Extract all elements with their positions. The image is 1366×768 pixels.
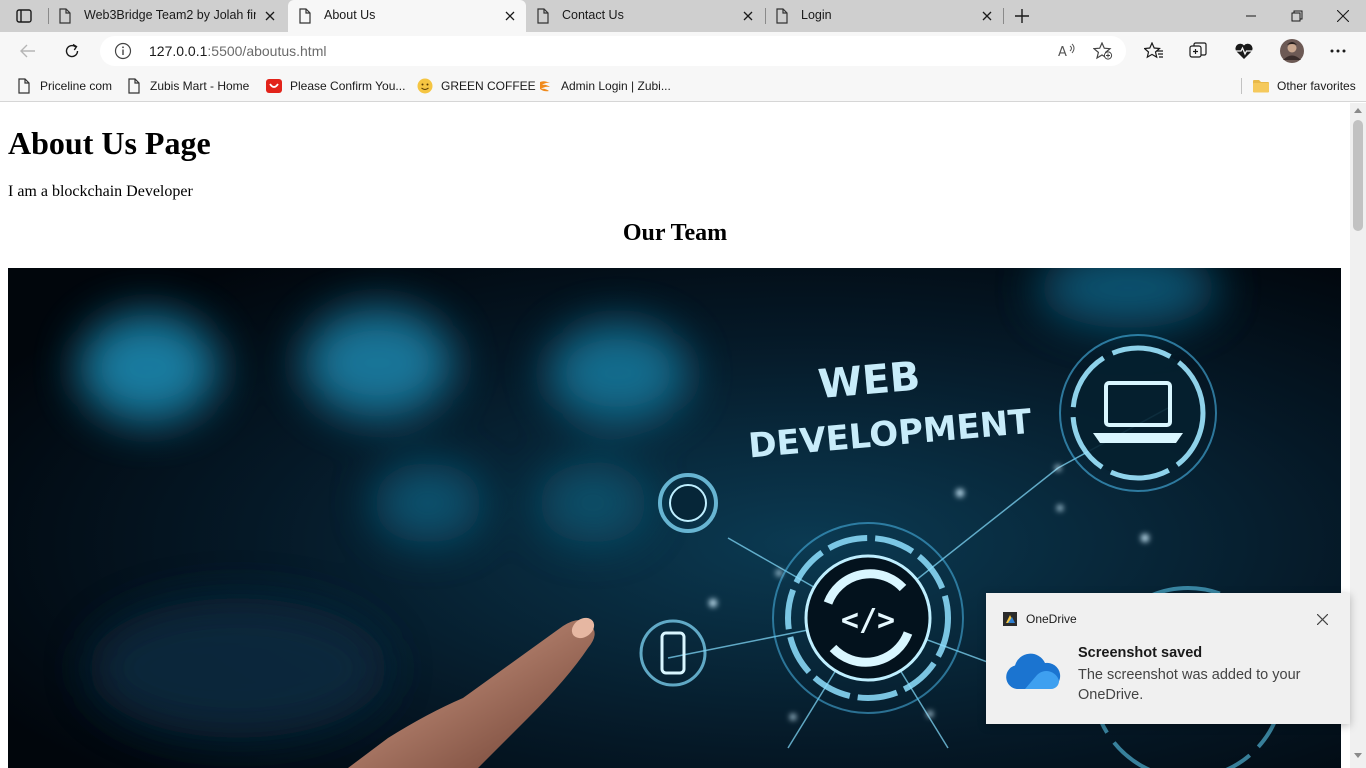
favorite-label: GREEN COFFEE — [441, 79, 536, 93]
other-favorites-label: Other favorites — [1277, 79, 1356, 93]
notification-close-button[interactable] — [1314, 611, 1330, 627]
restore-icon — [1291, 10, 1303, 22]
plus-icon — [1015, 9, 1029, 23]
tab-login[interactable]: Login — [765, 0, 1003, 32]
team-heading: Our Team — [622, 220, 728, 246]
close-icon[interactable] — [979, 8, 995, 24]
page-scrollbar[interactable] — [1350, 103, 1366, 768]
tab-contact-us[interactable]: Contact Us — [526, 0, 764, 32]
info-icon[interactable] — [114, 42, 132, 60]
onedrive-notification[interactable]: OneDrive Screenshot saved The screenshot… — [986, 593, 1350, 724]
scroll-down-arrow-icon[interactable] — [1354, 753, 1362, 759]
other-favorites-folder[interactable]: Other favorites — [1253, 76, 1356, 96]
favorites-button[interactable] — [1140, 38, 1168, 64]
url-path: :5500/aboutus.html — [207, 43, 327, 59]
favorite-item[interactable]: Zubis Mart - Home — [126, 76, 249, 96]
tab-web3bridge[interactable]: Web3Bridge Team2 by Jolah first — [48, 0, 286, 32]
page-icon — [126, 78, 142, 94]
tab-title: About Us — [324, 8, 376, 22]
browser-essentials-button[interactable] — [1230, 38, 1258, 64]
refresh-icon — [65, 43, 79, 58]
tab-separator — [1003, 8, 1004, 24]
tab-title: Web3Bridge Team2 by Jolah first — [84, 8, 256, 22]
laptop-circle-graphic — [1059, 334, 1217, 492]
tab-title: Login — [801, 8, 832, 22]
profile-button[interactable] — [1278, 38, 1306, 64]
favorite-item[interactable]: GREEN COFFEE — [417, 76, 536, 96]
image-text-web: WEB — [816, 353, 922, 408]
address-bar[interactable]: 127.0.0.1:5500/aboutus.html A — [100, 36, 1126, 66]
collections-icon — [1189, 42, 1207, 58]
avatar — [1280, 39, 1304, 63]
back-arrow-icon — [20, 44, 35, 58]
add-favorite-icon[interactable] — [1093, 42, 1113, 60]
refresh-button[interactable] — [58, 38, 86, 64]
close-icon — [1337, 10, 1349, 22]
url-host: 127.0.0.1 — [149, 43, 208, 59]
scroll-up-arrow-icon[interactable] — [1354, 107, 1362, 113]
favorite-label: Please Confirm You... — [290, 79, 406, 93]
window-close-button[interactable] — [1320, 0, 1366, 32]
favorite-item[interactable]: Admin Login | Zubi... — [537, 76, 671, 96]
page-icon — [16, 78, 32, 94]
scroll-thumb[interactable] — [1353, 120, 1363, 231]
notification-app-name: OneDrive — [1026, 612, 1077, 626]
page-icon — [59, 8, 71, 24]
close-icon — [1316, 613, 1328, 625]
url-text[interactable]: 127.0.0.1:5500/aboutus.html — [149, 43, 326, 59]
close-icon[interactable] — [262, 8, 278, 24]
notification-title: Screenshot saved — [1078, 645, 1203, 661]
heartbeat-icon — [1235, 43, 1253, 59]
favorites-separator — [1241, 78, 1242, 94]
new-tab-button[interactable] — [1010, 4, 1034, 28]
favorites-bar: Priceline com Zubis Mart - Home Please C… — [0, 70, 1366, 102]
tab-strip: Web3Bridge Team2 by Jolah first About Us… — [0, 0, 1366, 32]
folder-icon — [1253, 78, 1269, 94]
page-icon — [299, 8, 311, 24]
close-icon[interactable] — [502, 8, 518, 24]
svg-text:A: A — [1058, 45, 1067, 59]
tab-actions-button[interactable] — [10, 4, 38, 28]
favorite-label: Admin Login | Zubi... — [561, 79, 671, 93]
intro-paragraph: I am a blockchain Developer — [8, 183, 193, 200]
onedrive-app-icon — [1003, 612, 1017, 626]
onedrive-cloud-icon — [1006, 653, 1061, 689]
page-icon — [776, 8, 788, 24]
back-button[interactable] — [14, 38, 42, 64]
smiley-icon — [417, 78, 433, 94]
minimize-icon — [1246, 15, 1256, 17]
settings-menu-button[interactable] — [1324, 38, 1352, 64]
page-icon — [537, 8, 549, 24]
close-icon[interactable] — [740, 8, 756, 24]
favorite-item[interactable]: Priceline com — [16, 76, 112, 96]
collections-button[interactable] — [1184, 38, 1212, 64]
minimize-button[interactable] — [1228, 0, 1274, 32]
favorite-label: Priceline com — [40, 79, 113, 93]
favorites-icon — [1144, 42, 1163, 59]
restore-button[interactable] — [1274, 0, 1320, 32]
favorite-label: Zubis Mart - Home — [150, 79, 250, 93]
page-title: About Us Page — [8, 125, 211, 161]
read-aloud-icon[interactable]: A — [1057, 42, 1077, 60]
image-text-code-symbol: </> — [841, 603, 895, 638]
tab-actions-icon — [16, 9, 32, 23]
tab-about-us[interactable]: About Us — [288, 0, 526, 32]
red-shield-icon — [266, 78, 282, 94]
tab-title: Contact Us — [562, 8, 624, 22]
flame-icon — [537, 78, 553, 94]
favorite-item[interactable]: Please Confirm You... — [266, 76, 405, 96]
more-icon — [1330, 49, 1346, 53]
browser-toolbar: 127.0.0.1:5500/aboutus.html A — [0, 32, 1366, 70]
notification-body: The screenshot was added to your OneDriv… — [1078, 667, 1301, 703]
